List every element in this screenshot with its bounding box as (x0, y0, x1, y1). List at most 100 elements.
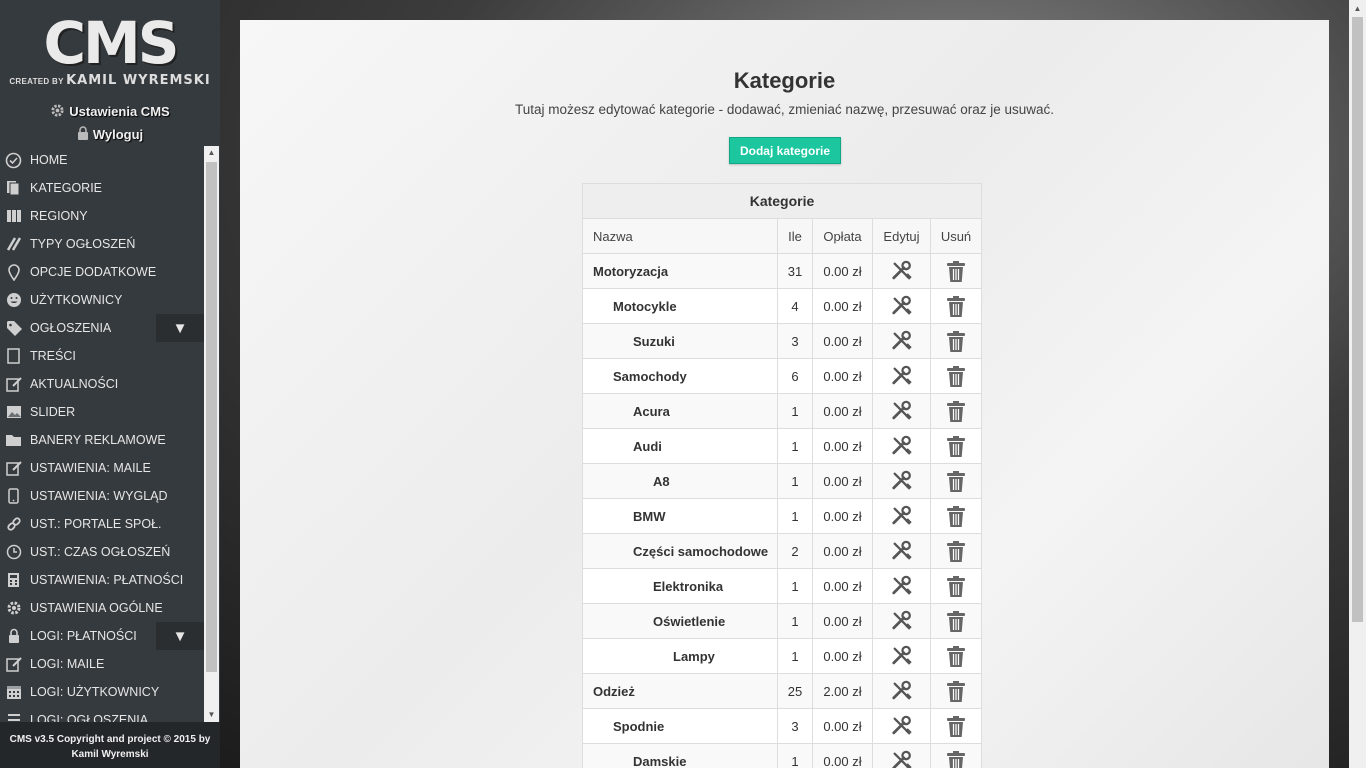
sidebar-item-banery-reklamowe[interactable]: BANERY REKLAMOWE (0, 426, 204, 454)
sidebar-item-treści[interactable]: TREŚCI (0, 342, 204, 370)
sidebar-item-regiony[interactable]: REGIONY (0, 202, 204, 230)
category-count: 1 (777, 638, 813, 674)
gear-icon (5, 600, 22, 617)
trash-icon[interactable] (946, 330, 966, 353)
edit-cell (872, 638, 931, 674)
sidebar-item-aktualności[interactable]: AKTUALNOŚCI (0, 370, 204, 398)
category-name: Oświetlenie (582, 603, 778, 639)
scroll-down-arrow[interactable]: ▼ (204, 708, 219, 722)
delete-cell (930, 743, 982, 768)
sidebar-item-kategorie[interactable]: KATEGORIE (0, 174, 204, 202)
cms-settings-link[interactable]: Ustawienia CMS (0, 100, 220, 123)
pin-icon (5, 263, 22, 281)
trash-icon[interactable] (946, 400, 966, 423)
add-category-button[interactable]: Dodaj kategorie (729, 137, 841, 164)
delete-cell (930, 498, 982, 534)
edit-tools-icon[interactable] (891, 540, 913, 562)
window-scroll-up-arrow[interactable]: ▲ (1349, 0, 1366, 17)
trash-icon[interactable] (946, 295, 966, 318)
categories-table: Kategorie Nazwa Ile Opłata Edytuj Usuń M… (582, 183, 982, 768)
edit-cell (872, 393, 931, 429)
sidebar-item-opcje-dodatkowe[interactable]: OPCJE DODATKOWE (0, 258, 204, 286)
trash-icon[interactable] (946, 260, 966, 283)
sidebar-item-ogłoszenia[interactable]: OGŁOSZENIA ▼ (0, 314, 204, 342)
edit-tools-icon[interactable] (891, 575, 913, 597)
category-fee: 0.00 zł (812, 358, 873, 394)
category-count: 4 (777, 288, 813, 324)
trash-icon[interactable] (946, 645, 966, 668)
scroll-up-arrow[interactable]: ▲ (204, 146, 219, 160)
sidebar-item-home[interactable]: HOME (0, 146, 204, 174)
edit-cell (872, 288, 931, 324)
sidebar-item-ustawienia-maile[interactable]: USTAWIENIA: MAILE (0, 454, 204, 482)
trash-icon[interactable] (946, 540, 966, 563)
logout-link[interactable]: Wyloguj (0, 123, 220, 146)
sidebar-item-ustawienia-płatności[interactable]: USTAWIENIA: PŁATNOŚCI (0, 566, 204, 594)
sidebar-item-slider[interactable]: SLIDER (0, 398, 204, 426)
edit-tools-icon[interactable] (891, 680, 913, 702)
window-scroll-thumb[interactable] (1352, 17, 1363, 622)
category-name: Części samochodowe (582, 533, 778, 569)
sidebar-item-logi-ogłoszenia[interactable]: LOGI: OGŁOSZENIA (0, 706, 204, 722)
table-row: A8 1 0.00 zł (582, 463, 982, 499)
sidebar-item-logi-użytkownicy[interactable]: LOGI: UŻYTKOWNICY (0, 678, 204, 706)
trash-icon[interactable] (946, 575, 966, 598)
sidebar-item-typy-ogłoszeń[interactable]: TYPY OGŁOSZEŃ (0, 230, 204, 258)
edit-tools-icon[interactable] (891, 715, 913, 737)
footer-author: Kamil Wyremski (71, 749, 149, 760)
sidebar-item-logi-płatności[interactable]: LOGI: PŁATNOŚCI ▼ (0, 622, 204, 650)
edit-tools-icon[interactable] (891, 295, 913, 317)
category-fee: 0.00 zł (812, 428, 873, 464)
book-icon (5, 208, 22, 225)
sidebar-item-logi-maile[interactable]: LOGI: MAILE (0, 650, 204, 678)
logout-label: Wyloguj (92, 127, 144, 142)
delete-cell (930, 708, 982, 744)
sidebar-scroll-thumb[interactable] (206, 162, 217, 672)
edit-tools-icon[interactable] (891, 645, 913, 667)
category-fee: 0.00 zł (812, 323, 873, 359)
edit-tools-icon[interactable] (891, 260, 913, 282)
trash-icon[interactable] (946, 365, 966, 388)
cms-logo[interactable]: CMS CREATED BY KAMIL WYREMSKI (0, 0, 220, 100)
submenu-toggle-icon[interactable]: ▼ (156, 314, 204, 342)
trash-icon[interactable] (946, 610, 966, 633)
category-fee: 0.00 zł (812, 463, 873, 499)
lock-icon (77, 126, 89, 143)
edit-tools-icon[interactable] (891, 365, 913, 387)
trash-icon[interactable] (946, 470, 966, 493)
sidebar-item-label: UŻYTKOWNICY (30, 293, 123, 307)
sidebar-item-label: OPCJE DODATKOWE (30, 265, 157, 279)
sidebar-item-ust-czas-ogłoszeń[interactable]: UST.: CZAS OGŁOSZEŃ (0, 538, 204, 566)
category-count: 1 (777, 463, 813, 499)
edit-cell (872, 498, 931, 534)
sidebar-item-ust-portale-społ[interactable]: UST.: PORTALE SPOŁ. (0, 510, 204, 538)
category-fee: 0.00 zł (812, 743, 873, 768)
edit-tools-icon[interactable] (891, 610, 913, 632)
table-row: Spodnie 3 0.00 zł (582, 708, 982, 744)
edit-tools-icon[interactable] (891, 505, 913, 527)
edit-tools-icon[interactable] (891, 470, 913, 492)
edit-tools-icon[interactable] (891, 330, 913, 352)
trash-icon[interactable] (946, 680, 966, 703)
sidebar-footer: CMS v3.5 Copyright and project © 2015 by… (0, 722, 220, 768)
submenu-toggle-icon[interactable]: ▼ (156, 622, 204, 650)
trash-icon[interactable] (946, 435, 966, 458)
edit-tools-icon[interactable] (891, 435, 913, 457)
sidebar-item-label: REGIONY (30, 209, 88, 223)
sidebar-item-label: KATEGORIE (30, 181, 103, 195)
sidebar-item-label: USTAWIENIA: MAILE (30, 461, 151, 475)
edit-tools-icon[interactable] (891, 750, 913, 768)
sidebar-scrollbar[interactable]: ▲ ▼ (204, 146, 219, 722)
trash-icon[interactable] (946, 750, 966, 768)
trash-icon[interactable] (946, 505, 966, 528)
sidebar-item-ustawienia-ogólne[interactable]: USTAWIENIA OGÓLNE (0, 594, 204, 622)
logo-text: CMS (43, 8, 179, 77)
edit-icon (5, 376, 22, 393)
sidebar-item-użytkownicy[interactable]: UŻYTKOWNICY (0, 286, 204, 314)
gear-icon (50, 103, 65, 121)
trash-icon[interactable] (946, 715, 966, 738)
window-scrollbar[interactable]: ▲ (1349, 0, 1366, 768)
edit-tools-icon[interactable] (891, 400, 913, 422)
edit-cell (872, 568, 931, 604)
sidebar-item-ustawienia-wygląd[interactable]: USTAWIENIA: WYGLĄD (0, 482, 204, 510)
